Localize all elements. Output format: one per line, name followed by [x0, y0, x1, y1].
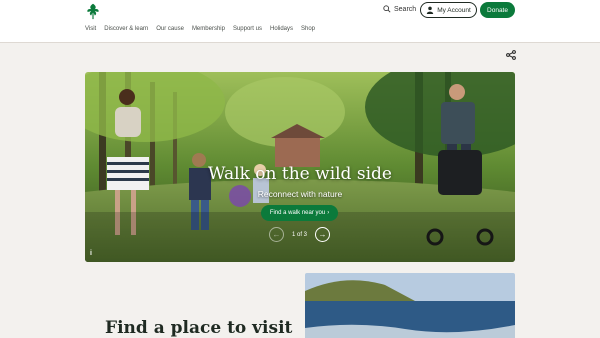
- next-slide-button[interactable]: →: [315, 227, 331, 242]
- account-label: My Account: [437, 6, 471, 14]
- slide-counter: 1 of 3: [292, 231, 308, 238]
- my-account-button[interactable]: My Account: [420, 2, 477, 18]
- hero-carousel: Walk on the wild side Reconnect with nat…: [85, 72, 515, 262]
- find-walk-button[interactable]: Find a walk near you ›: [261, 205, 338, 221]
- user-icon: [426, 6, 434, 14]
- prev-slide-button[interactable]: ←: [269, 227, 284, 242]
- oak-leaf-logo-icon[interactable]: [84, 2, 102, 20]
- nav-item-shop[interactable]: Shop: [301, 26, 315, 32]
- image-info-icon[interactable]: i: [90, 250, 92, 257]
- share-icon[interactable]: [506, 47, 516, 60]
- main-nav: Visit Discover & learn Our cause Members…: [0, 22, 600, 43]
- nav-item-holidays[interactable]: Holidays: [270, 26, 293, 32]
- donate-button[interactable]: Donate: [480, 2, 515, 18]
- hero-title: Walk on the wild side: [208, 164, 392, 184]
- chevron-right-icon: ›: [327, 210, 330, 216]
- carousel-pager: ← 1 of 3 →: [269, 227, 331, 242]
- cta-label: Find a walk near you: [269, 210, 326, 216]
- nav-item-discover-learn[interactable]: Discover & learn: [104, 26, 148, 32]
- coast-photo: [305, 273, 515, 338]
- search-label: Search: [394, 5, 417, 13]
- nav-item-support-us[interactable]: Support us: [233, 26, 262, 32]
- nav-item-visit[interactable]: Visit: [85, 26, 96, 32]
- hero-subtitle: Reconnect with nature: [257, 189, 343, 199]
- top-header: Search My Account Donate: [0, 0, 600, 22]
- nav-item-our-cause[interactable]: Our cause: [156, 26, 184, 32]
- arrow-right-icon: →: [318, 230, 327, 239]
- search-icon: [383, 5, 391, 13]
- nav-item-membership[interactable]: Membership: [192, 26, 225, 32]
- arrow-left-icon: ←: [272, 230, 281, 239]
- search-button[interactable]: Search: [383, 5, 416, 13]
- section-title: Find a place to visit: [105, 318, 293, 338]
